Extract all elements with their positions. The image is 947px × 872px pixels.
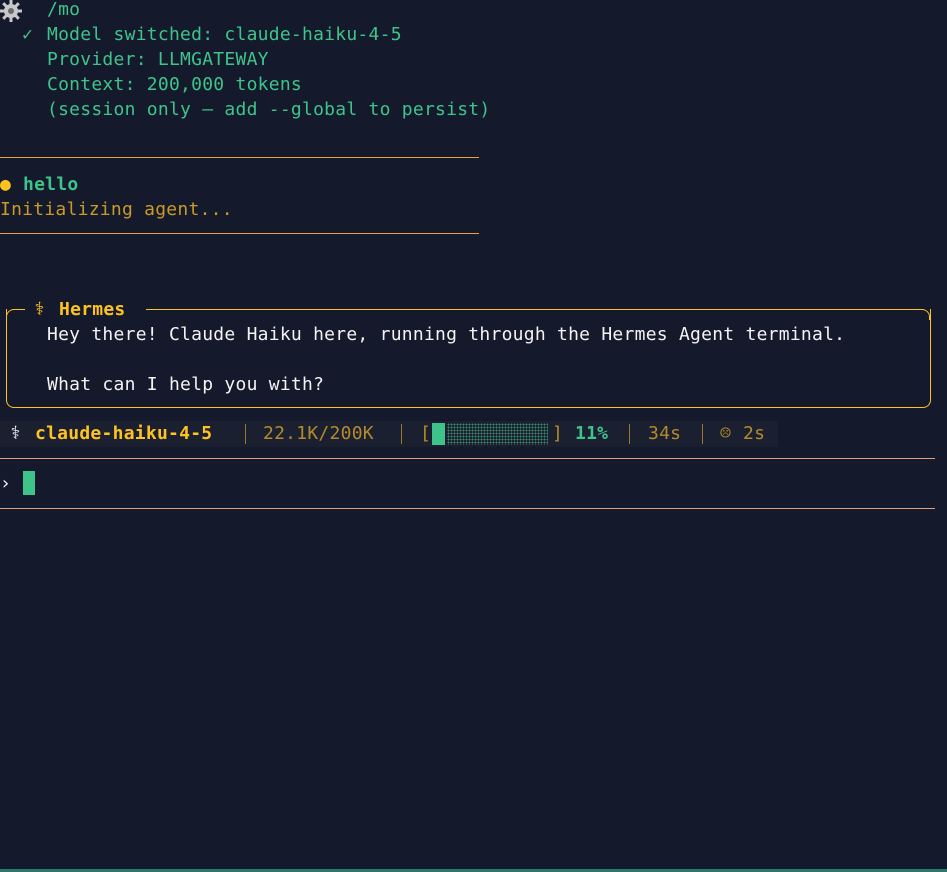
prompt-symbol: › bbox=[0, 473, 12, 494]
context-usage-bar bbox=[432, 423, 548, 445]
context-usage-fill bbox=[432, 423, 445, 445]
user-message-text: hello bbox=[23, 174, 79, 195]
assistant-line-2: What can I help you with? bbox=[47, 374, 325, 395]
input-divider-bottom bbox=[0, 508, 935, 509]
status-token-count: 22.1K/200K bbox=[263, 423, 374, 444]
context-percent: 11% bbox=[575, 423, 609, 444]
divider-bottom bbox=[0, 233, 479, 234]
status-caduceus-icon: ⚕ bbox=[10, 423, 22, 444]
assistant-line-1: Hey there! Claude Haiku here, running th… bbox=[47, 324, 846, 345]
check-icon: ✓ bbox=[22, 24, 34, 45]
context-usage-track bbox=[447, 423, 548, 445]
timer-icon: ☹ bbox=[720, 423, 732, 444]
timer-value: 2s bbox=[743, 423, 766, 444]
status-model-name: claude-haiku-4-5 bbox=[35, 423, 213, 444]
caduceus-icon: ⚕ bbox=[34, 299, 46, 320]
assistant-name: Hermes bbox=[59, 299, 126, 320]
agent-status-text: Initializing agent... bbox=[0, 199, 233, 220]
input-divider-top bbox=[0, 458, 935, 459]
elapsed-time: 34s bbox=[648, 423, 682, 444]
divider-top bbox=[0, 157, 479, 158]
provider-text: Provider: LLMGATEWAY bbox=[47, 49, 269, 70]
command-echo-text: /mo bbox=[47, 0, 81, 20]
context-bar-close: ] bbox=[552, 423, 564, 444]
input-cursor[interactable] bbox=[23, 471, 35, 495]
user-bullet-icon: ● bbox=[0, 174, 12, 195]
gear-icon bbox=[0, 0, 22, 22]
model-switched-text: Model switched: claude-haiku-4-5 bbox=[47, 24, 402, 45]
session-note-text: (session only — add --global to persist) bbox=[47, 99, 491, 120]
context-bar-open: [ bbox=[420, 423, 432, 444]
context-text: Context: 200,000 tokens bbox=[47, 74, 302, 95]
terminal-window: /mo ✓ Model switched: claude-haiku-4-5 P… bbox=[0, 0, 947, 872]
